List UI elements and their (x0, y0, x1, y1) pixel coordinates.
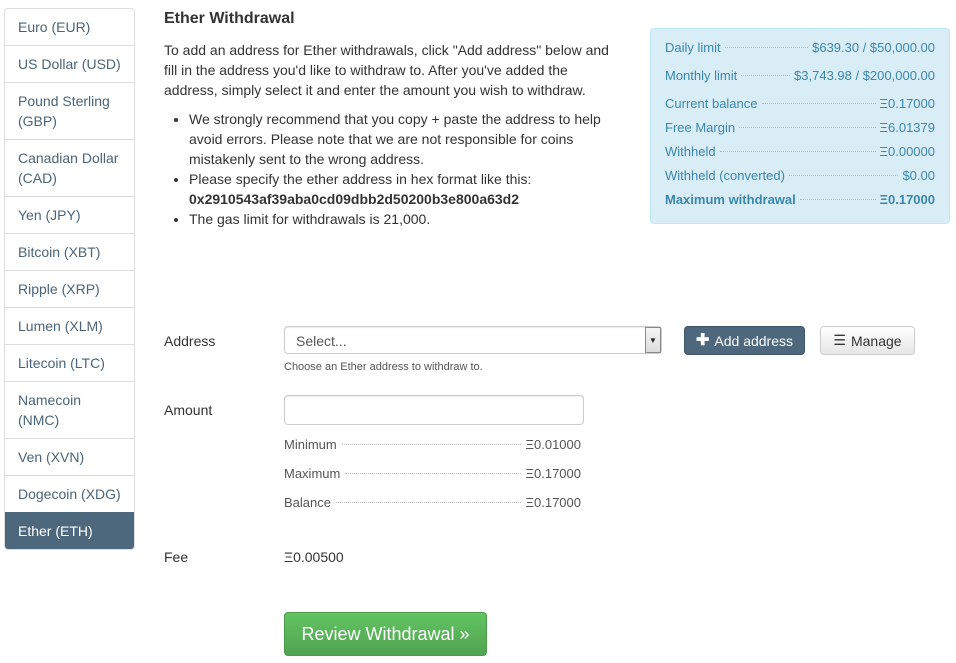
example-hex-address: 0x2910543af39aba0cd09dbb2d50200b3e800a63… (189, 191, 520, 207)
minmax-label: Minimum (284, 437, 337, 452)
dotted-leader (724, 47, 809, 48)
instruction-gas-limit: The gas limit for withdrawals is 21,000. (189, 211, 431, 227)
sidebar-item-eth[interactable]: Ether (ETH) (5, 512, 134, 549)
limit-value: $639.30 / $50,000.00 (812, 40, 935, 55)
sidebar-item-gbp[interactable]: Pound Sterling (GBP) (5, 82, 134, 139)
current-balance-row: Current balance Ξ0.17000 (665, 95, 935, 119)
balance-row: Balance Ξ0.17000 (284, 494, 581, 523)
list-icon: ☰ (833, 332, 846, 348)
sidebar-item-usd[interactable]: US Dollar (USD) (5, 45, 134, 82)
address-select-value: Select... (296, 333, 347, 349)
sidebar-item-ltc[interactable]: Litecoin (LTC) (5, 344, 134, 381)
limit-label: Free Margin (665, 120, 736, 135)
fee-value: Ξ0.00500 (284, 549, 344, 565)
dotted-leader (741, 75, 791, 76)
caret-down-icon[interactable]: ▼ (645, 327, 661, 353)
manage-button[interactable]: ☰ Manage (820, 326, 915, 355)
minmax-value: Ξ0.17000 (525, 466, 581, 481)
instructions-list: We strongly recommend that you copy + pa… (164, 109, 624, 229)
sidebar-item-cad[interactable]: Canadian Dollar (CAD) (5, 139, 134, 196)
sidebar-item-nmc[interactable]: Namecoin (NMC) (5, 381, 134, 438)
maximum-withdrawal-row: Maximum withdrawal Ξ0.17000 (665, 191, 935, 215)
monthly-limit-row: Monthly limit $3,743.98 / $200,000.00 (665, 67, 935, 95)
sidebar-item-eur[interactable]: Euro (EUR) (5, 9, 134, 45)
limit-label: Withheld (665, 144, 716, 159)
dotted-leader (719, 151, 876, 152)
manage-label: Manage (850, 332, 902, 349)
withdrawal-description: Ether Withdrawal To add an address for E… (164, 0, 624, 229)
intro-text: To add an address for Ether withdrawals,… (164, 42, 609, 98)
address-select[interactable]: Select... ▼ (284, 326, 662, 354)
plus-icon: ✚ (695, 331, 710, 349)
dotted-leader (739, 127, 876, 128)
limit-label: Maximum withdrawal (665, 192, 796, 207)
limit-label: Daily limit (665, 40, 721, 55)
free-margin-row: Free Margin Ξ6.01379 (665, 119, 935, 143)
add-address-button[interactable]: ✚ Add address (684, 326, 805, 355)
amount-input[interactable] (284, 395, 584, 425)
sidebar-item-xvn[interactable]: Ven (XVN) (5, 438, 134, 475)
limit-label: Monthly limit (665, 68, 738, 83)
limit-label: Current balance (665, 96, 758, 111)
limit-value: Ξ6.01379 (879, 120, 935, 135)
dotted-leader (335, 502, 521, 503)
dotted-leader (341, 444, 521, 445)
withheld-converted-row: Withheld (converted) $0.00 (665, 167, 935, 191)
sidebar-item-xrp[interactable]: Ripple (XRP) (5, 270, 134, 307)
currency-sidebar: Euro (EUR) US Dollar (USD) Pound Sterlin… (4, 8, 135, 550)
dotted-leader (799, 199, 876, 200)
limit-value: Ξ0.17000 (879, 96, 935, 111)
amount-limits: Minimum Ξ0.01000 Maximum Ξ0.17000 Balance Ξ… (284, 436, 581, 523)
amount-label: Amount (164, 402, 213, 418)
list-item: Please specify the ether address in hex … (189, 169, 624, 209)
maximum-row: Maximum Ξ0.17000 (284, 465, 581, 494)
limit-value: $0.00 (902, 168, 935, 183)
sidebar-item-xbt[interactable]: Bitcoin (XBT) (5, 233, 134, 270)
review-withdrawal-button[interactable]: Review Withdrawal » (284, 612, 487, 656)
instruction-hex-format: Please specify the ether address in hex … (189, 171, 532, 187)
limits-panel: Daily limit $639.30 / $50,000.00 Monthly … (650, 28, 950, 224)
dotted-leader (345, 473, 521, 474)
fee-label: Fee (164, 549, 189, 565)
add-address-label: Add address (714, 332, 793, 349)
minimum-row: Minimum Ξ0.01000 (284, 436, 581, 465)
sidebar-item-xlm[interactable]: Lumen (XLM) (5, 307, 134, 344)
sidebar-item-jpy[interactable]: Yen (JPY) (5, 196, 134, 233)
instruction-copy-paste: We strongly recommend that you copy + pa… (189, 111, 601, 167)
page-title: Ether Withdrawal (164, 10, 295, 27)
daily-limit-row: Daily limit $639.30 / $50,000.00 (665, 39, 935, 67)
minmax-value: Ξ0.01000 (525, 437, 581, 452)
limit-value: Ξ0.17000 (879, 192, 935, 207)
withheld-row: Withheld Ξ0.00000 (665, 143, 935, 167)
minmax-label: Balance (284, 495, 331, 510)
address-label: Address (164, 333, 216, 349)
dotted-leader (761, 103, 876, 104)
limit-label: Withheld (converted) (665, 168, 785, 183)
minmax-label: Maximum (284, 466, 341, 481)
address-help-text: Choose an Ether address to withdraw to. (284, 361, 483, 373)
limit-value: Ξ0.00000 (879, 144, 935, 159)
list-item: We strongly recommend that you copy + pa… (189, 109, 624, 169)
limit-value: $3,743.98 / $200,000.00 (794, 68, 935, 83)
dotted-leader (788, 175, 899, 176)
sidebar-item-xdg[interactable]: Dogecoin (XDG) (5, 475, 134, 512)
minmax-value: Ξ0.17000 (525, 495, 581, 510)
list-item: The gas limit for withdrawals is 21,000. (189, 209, 624, 229)
